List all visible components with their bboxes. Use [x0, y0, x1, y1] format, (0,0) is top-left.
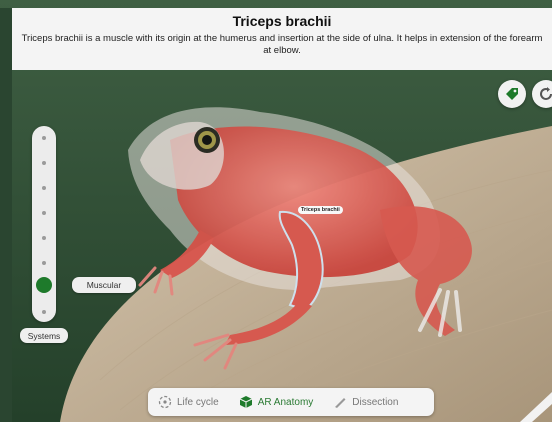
- tab-dissection[interactable]: Dissection: [323, 388, 408, 416]
- slider-step[interactable]: [42, 136, 46, 140]
- structure-description: Triceps brachii is a muscle with its ori…: [21, 33, 543, 56]
- tag-icon: [506, 88, 518, 100]
- tab-label: Dissection: [352, 396, 399, 408]
- systems-label: Systems: [20, 328, 68, 343]
- slider-knob[interactable]: [36, 277, 52, 293]
- current-layer-label: Muscular: [72, 277, 136, 293]
- slider-step[interactable]: [42, 211, 46, 215]
- tab-label: Life cycle: [177, 396, 219, 408]
- cube-icon: [239, 396, 252, 408]
- refresh-icon: [540, 87, 552, 100]
- info-header: Triceps brachii Triceps brachii is a mus…: [12, 8, 552, 70]
- layer-slider[interactable]: [32, 126, 56, 322]
- tab-life-cycle[interactable]: Life cycle: [148, 388, 229, 416]
- tab-ar-anatomy[interactable]: AR Anatomy: [229, 388, 324, 416]
- scalpel-icon: [335, 398, 346, 408]
- life-cycle-icon: [158, 395, 172, 409]
- slider-step[interactable]: [42, 236, 46, 240]
- slider-step[interactable]: [42, 161, 46, 165]
- tag-button[interactable]: [498, 80, 526, 108]
- mode-tab-bar: Life cycle AR Anatomy Dissection: [148, 388, 434, 416]
- slider-step[interactable]: [42, 310, 46, 314]
- slider-step[interactable]: [42, 261, 46, 265]
- tab-label: AR Anatomy: [257, 396, 314, 408]
- slider-step[interactable]: [42, 186, 46, 190]
- page-title: Triceps brachii: [232, 13, 332, 29]
- ar-structure-label[interactable]: Triceps brachii: [298, 206, 343, 214]
- reset-view-button[interactable]: [532, 80, 552, 108]
